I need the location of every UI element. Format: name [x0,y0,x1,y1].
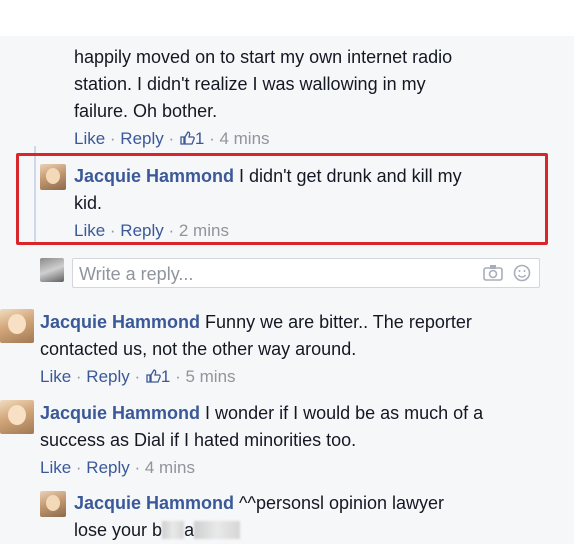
comment-actions: Like · Reply · 4 mins [40,457,483,479]
emoji-icon[interactable] [513,264,531,287]
reply-link[interactable]: Reply [120,129,163,148]
reply-tools [483,264,531,287]
comment-0: happily moved on to start my own interne… [74,44,452,152]
likes-count[interactable]: 1 [161,367,170,386]
like-link[interactable]: Like [40,458,71,477]
timestamp[interactable]: 4 mins [145,458,195,477]
comment-body: Funny we are bitter.. The reporter [200,312,472,332]
reply-link[interactable]: Reply [86,367,129,386]
like-link[interactable]: Like [40,367,71,386]
comment-actions: Like · Reply · 1 · 5 mins [40,366,472,390]
redaction-blur [162,521,185,539]
comment-text-line: Jacquie Hammond I wonder if I would be a… [40,400,483,427]
redaction-blur [194,521,241,539]
comment-text-line: success as Dial if I hated minorities to… [40,430,357,450]
comment-body: ^^personsl opinion lawyer [234,493,445,513]
separator: · [129,367,145,386]
comment-text: happily moved on to start my own interne… [74,44,452,125]
comment-3: Jacquie Hammond I wonder if I would be a… [40,400,483,479]
camera-icon[interactable] [483,264,503,287]
comment-4: Jacquie Hammond ^^personsl opinion lawye… [74,490,444,544]
reply-link[interactable]: Reply [86,458,129,477]
author-name[interactable]: Jacquie Hammond [40,403,200,423]
separator: · [170,367,186,386]
timestamp[interactable]: 4 mins [219,129,269,148]
comment-body: a [184,520,195,540]
comment-text-line: contacted us, not the other way around. [40,339,357,359]
comment-text-line: station. I didn't realize I was wallowin… [74,74,426,94]
reply-placeholder: Write a reply... [79,264,194,284]
comment-body: lose your b [74,520,163,540]
separator: · [71,367,87,386]
separator: · [129,458,145,477]
comment-text: Jacquie Hammond I wonder if I would be a… [40,400,483,454]
comment-text-line: Jacquie Hammond Funny we are bitter.. Th… [40,309,472,336]
author-name[interactable]: Jacquie Hammond [40,312,200,332]
comment-text: Jacquie Hammond ^^personsl opinion lawye… [74,490,444,544]
comment-text-line: failure. Oh bother. [74,101,218,121]
like-link[interactable]: Like [74,129,105,148]
thumbs-up-icon [179,130,195,152]
comment-actions: Like · Reply · 1 · 4 mins [74,128,452,152]
avatar[interactable] [40,491,66,517]
comment-text-line: Jacquie Hammond ^^personsl opinion lawye… [74,490,444,517]
comment-body: I wonder if I would be as much of a [200,403,484,423]
page-top [0,0,574,36]
separator: · [105,129,121,148]
highlight-box [16,153,548,245]
reply-input[interactable]: Write a reply... [72,258,540,288]
avatar[interactable] [0,309,34,343]
separator: · [163,129,179,148]
separator: · [204,129,220,148]
comment-text-line: happily moved on to start my own interne… [74,47,453,67]
comment-text: Jacquie Hammond Funny we are bitter.. Th… [40,309,472,363]
timestamp[interactable]: 5 mins [185,367,235,386]
author-name[interactable]: Jacquie Hammond [74,493,234,513]
thumbs-up-icon [145,368,161,390]
current-user-avatar [40,258,64,282]
comment-2: Jacquie Hammond Funny we are bitter.. Th… [40,309,472,390]
avatar[interactable] [0,400,34,434]
likes-count[interactable]: 1 [195,129,204,148]
separator: · [71,458,87,477]
